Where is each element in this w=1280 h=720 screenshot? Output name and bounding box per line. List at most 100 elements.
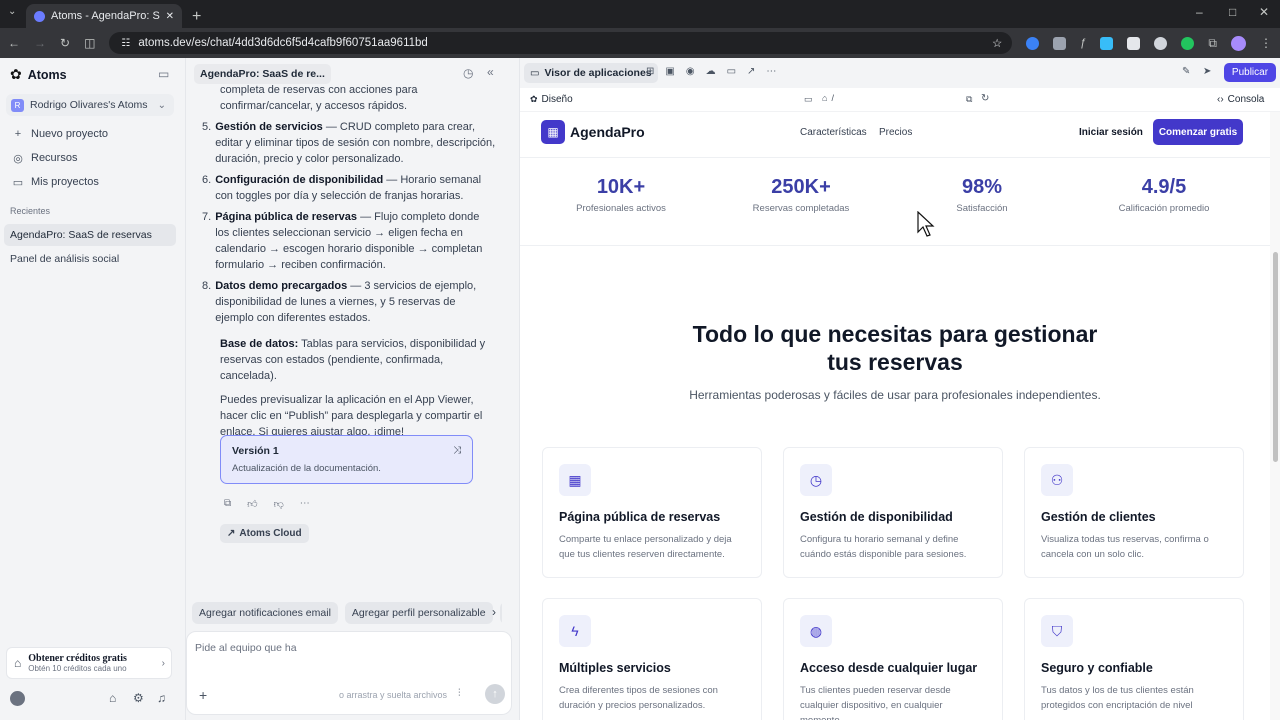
design-toggle[interactable]: Diseño [542,94,573,105]
recent-item-social-panel[interactable]: Panel de análisis social [4,248,176,270]
open-external-icon[interactable]: ⧉ [966,94,972,105]
scroll-right-icon[interactable]: › [492,605,496,619]
stat-label: Profesionales activos [576,203,666,214]
preview-path[interactable]: ⌂ / [822,93,982,103]
shuffle-icon[interactable]: ⤨ [453,445,461,457]
share-icon[interactable]: ➤ [1203,66,1211,77]
address-bar[interactable]: ☷ atoms.dev/es/chat/4dd3d6dc6f5d4cafb9f6… [109,32,1013,54]
thumbs-up-icon[interactable]: 👍︎ [247,498,257,510]
version-title: Versión 1 [232,445,279,457]
database-icon[interactable]: ◉ [686,66,695,77]
scrollbar-thumb[interactable] [1273,252,1278,462]
extension-3-icon[interactable]: ƒ [1080,37,1086,49]
extensions-puzzle-icon[interactable]: ⧉ [1208,36,1217,51]
login-link[interactable]: Iniciar sesión [1079,127,1143,138]
design-icon: ✿ [530,94,538,104]
app-preview: ▦ AgendaPro Características Precios Inic… [520,112,1270,720]
tab-favicon-icon [34,10,45,22]
site-info-icon[interactable]: ☷ [121,38,130,49]
nav-pricing[interactable]: Precios [879,127,912,138]
chat-input[interactable]: Pide al equipo que ha [195,642,297,654]
send-icon[interactable]: ↑ [485,684,505,704]
suggestion-chip[interactable]: A [499,602,502,624]
image-icon[interactable]: ▣ [665,66,674,77]
extension-1-icon[interactable] [1026,36,1040,50]
device-icon[interactable]: ▭ [804,94,813,105]
pin-icon[interactable]: ✎ [1182,66,1190,77]
reload-icon[interactable]: ↻ [60,36,70,50]
sidebar-item-my-projects[interactable]: ▭ Mis proyectos [0,170,186,194]
thumbs-down-icon[interactable]: 👎︎ [274,498,284,510]
bolt-icon: ϟ [559,615,591,647]
site-brand[interactable]: AgendaPro [570,124,645,140]
tab-title: Atoms - AgendaPro: SaaS de r [51,10,160,22]
publish-button[interactable]: Publicar [1224,63,1276,82]
workspace-name: Rodrigo Olivares's Atoms [30,99,148,111]
split-view-icon[interactable]: ◫ [84,36,95,50]
recent-item-agendapro[interactable]: AgendaPro: SaaS de reservas [4,224,176,246]
back-icon[interactable]: ← [8,36,20,50]
workspace-switcher[interactable]: R Rodrigo Olivares's Atoms ⌄ [6,94,174,116]
browser-menu-icon[interactable]: ⋮ [1260,36,1272,50]
tab-app-viewer[interactable]: ▭ Visor de aplicaciones [524,63,658,83]
more-tools-icon[interactable]: ⋯ [766,66,776,77]
version-card[interactable]: Versión 1 ⤨ Actualización de la document… [220,435,473,484]
suggestion-chip[interactable]: Agregar perfil personalizable [344,602,493,624]
extension-6-icon[interactable] [1154,36,1168,50]
feature-card: ◍ Acceso desde cualquier lugar Tus clien… [783,598,1003,720]
database-paragraph: Base de datos: Tablas para servicios, di… [220,336,502,384]
chat-title[interactable]: AgendaPro: SaaS de re... [194,64,331,84]
sidebar-item-label: Recursos [31,152,78,164]
app-viewer: ▭ Visor de aplicaciones ⊞ ▣ ◉ ☁ ▭ ↗ ⋯ ✎ … [519,58,1280,720]
sidebar-item-new-project[interactable]: + Nuevo proyecto [0,122,186,146]
attach-plus-icon[interactable]: + [199,687,207,703]
start-free-button[interactable]: Comenzar gratis [1153,119,1243,145]
calendar-icon: ▦ [559,464,591,496]
more-icon[interactable]: ⋯ [300,498,310,510]
free-credits-card[interactable]: ⌂ Obtener créditos gratis Obtén 10 crédi… [6,647,172,679]
refresh-preview-icon[interactable]: ↻ [981,93,989,104]
tab-close-icon[interactable]: ✕ [166,11,174,22]
browser-tab[interactable]: Atoms - AgendaPro: SaaS de r ✕ [26,4,182,28]
window-maximize-icon[interactable]: □ [1229,5,1236,19]
collapse-chat-icon[interactable]: « [487,65,494,79]
bookmark-star-icon[interactable]: ☆ [992,36,1002,50]
feature-desc: Configura tu horario semanal y define cu… [800,534,967,560]
viewer-toolbar: ▭ Visor de aplicaciones ⊞ ▣ ◉ ☁ ▭ ↗ ⋯ ✎ … [520,58,1280,88]
folder-icon[interactable]: ▭ [727,66,736,77]
settings-icon[interactable]: ⚙ [133,691,144,705]
history-icon[interactable]: ◷ [463,66,473,80]
microphone-icon[interactable]: ⫶ [458,688,461,699]
profile-avatar[interactable] [1231,35,1246,51]
feature-desc: Tus clientes pueden reservar desde cualq… [800,685,951,720]
suggestion-chip[interactable]: Agregar notificaciones email [192,602,338,624]
grid-icon[interactable]: ⊞ [646,66,654,77]
tab-search-icon[interactable]: ⌄ [8,6,16,17]
list-item-title: Datos demo precargados [215,280,348,292]
extension-4-icon[interactable] [1100,36,1114,50]
extension-7-icon[interactable] [1181,36,1195,50]
extension-5-icon[interactable] [1127,36,1141,50]
home-icon[interactable]: ⌂ [109,691,116,705]
analytics-icon[interactable]: ↗ [747,66,755,77]
window-minimize-icon[interactable]: – [1196,5,1203,19]
collapse-sidebar-icon[interactable]: ▭ [158,67,169,81]
heading-line-2: tus reservas [827,349,963,375]
preview-toolbar: ✿ Diseño ▭ ⌂ / ⧉ ↻ ‹› Consola [520,88,1280,112]
user-avatar[interactable] [10,691,25,706]
notifications-icon[interactable]: ♫ [157,691,166,705]
new-tab-icon[interactable]: + [192,6,201,28]
atoms-logo-icon: ✿ [10,66,22,82]
forward-icon[interactable]: → [34,36,46,50]
credits-title: Obtener créditos gratis [28,653,127,664]
sidebar-item-resources[interactable]: ◎ Recursos [0,146,186,170]
preview-scrollbar[interactable] [1270,112,1280,720]
features-subheading: Herramientas poderosas y fáciles de usar… [689,388,1101,402]
window-close-icon[interactable]: ✕ [1259,5,1269,19]
atoms-cloud-button[interactable]: ↗ Atoms Cloud [220,524,309,543]
extension-2-icon[interactable] [1053,36,1067,50]
copy-icon[interactable]: ⧉ [224,498,231,510]
cloud-icon[interactable]: ☁ [706,66,716,77]
nav-features[interactable]: Características [800,127,867,138]
console-toggle[interactable]: Consola [1228,94,1265,105]
